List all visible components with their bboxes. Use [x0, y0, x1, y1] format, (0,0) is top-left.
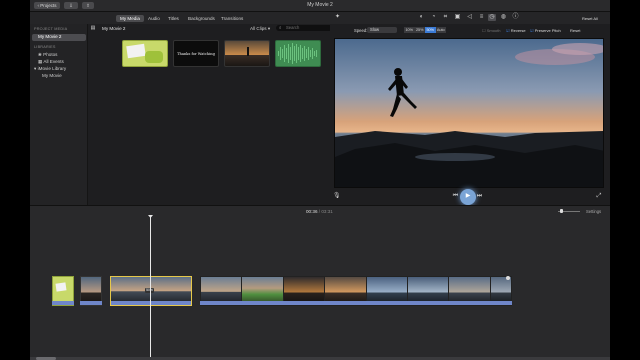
media-clip-4-audio[interactable]	[275, 40, 321, 67]
tab-transitions[interactable]: Transitions	[217, 15, 247, 22]
timeline-clip-selected[interactable]: 50%	[110, 276, 192, 306]
title-bar: ‹ Projects ⇩ ⇧ My Movie 2	[30, 0, 610, 12]
speed-icon[interactable]: ◷	[488, 14, 496, 21]
media-toolbar: My Media Audio Titles Backgrounds Transi…	[30, 12, 610, 24]
volume-icon[interactable]: ◁	[466, 14, 473, 21]
timeline-panel: 00:36 / 03:31 Settings 50%	[30, 205, 610, 360]
tab-backgrounds[interactable]: Backgrounds	[184, 15, 219, 22]
sidebar-item-imovie-library[interactable]: ▾ iMovie Library	[34, 66, 66, 72]
sidebar-toggle-icon[interactable]: ▤	[90, 25, 96, 32]
speed-option-auto[interactable]: Auto	[435, 27, 446, 33]
reset-all-button[interactable]: Reset All	[582, 16, 598, 21]
clip-filter-dropdown[interactable]: All Clips ▾	[250, 26, 270, 32]
clip-artwork	[55, 282, 67, 292]
media-clip-1[interactable]	[122, 40, 168, 67]
speed-option-50[interactable]: 50%	[425, 27, 436, 33]
filter-icon[interactable]: ◍	[500, 14, 507, 21]
clip-audio-strip	[80, 301, 102, 305]
clip-title-text: Thanks for Watching	[177, 52, 215, 56]
browser-heading: My Movie 2	[102, 26, 126, 31]
color-balance-icon[interactable]: ◐	[418, 14, 425, 21]
skip-back-icon[interactable]: ⏮	[452, 193, 459, 200]
imovie-window: ‹ Projects ⇩ ⇧ My Movie 2 My Media Audio…	[30, 0, 610, 360]
libraries-header: LIBRARIES	[34, 45, 56, 49]
timeline-settings-button[interactable]: Settings	[586, 209, 601, 214]
reverse-checkbox[interactable]: ☑ Reverse	[506, 28, 526, 33]
clip-audio	[111, 301, 191, 305]
magic-wand-icon[interactable]: ✦	[334, 14, 341, 21]
window-title: My Movie 2	[307, 2, 333, 8]
speed-segmented-control: 10% 25% 50% Auto	[404, 27, 446, 33]
play-icon: ▶	[465, 193, 471, 199]
reset-button[interactable]: Reset	[570, 28, 580, 33]
mic-icon[interactable]: 🎙	[333, 193, 341, 200]
sidebar-item-my-movie-2[interactable]: My Movie 2	[38, 34, 62, 40]
smooth-checkbox[interactable]: ☐ Smooth	[482, 28, 501, 33]
checkbox-checked-icon: ☑	[506, 28, 510, 33]
media-browser: ▤ My Movie 2 All Clips ▾ ⌕ Search ⚙ Than…	[88, 24, 360, 205]
clip-end-handle[interactable]	[506, 276, 510, 280]
speed-dropdown[interactable]: Slow	[367, 27, 397, 33]
speed-option-10[interactable]: 10%	[404, 27, 415, 33]
preview-frame	[335, 39, 603, 187]
info-icon[interactable]: ⓘ	[512, 14, 519, 21]
color-correction-icon[interactable]: ◔	[430, 14, 437, 21]
playhead[interactable]	[150, 216, 151, 360]
clip-audio-strip	[52, 301, 74, 305]
media-clip-3[interactable]	[224, 40, 270, 67]
audio-waveform	[278, 43, 317, 64]
sidebar-item-photos[interactable]: ❀ Photos	[38, 52, 57, 58]
crop-icon[interactable]: ⌗	[442, 14, 449, 21]
video-preview	[334, 38, 604, 188]
tab-audio[interactable]: Audio	[144, 15, 164, 22]
tab-my-media[interactable]: My Media	[116, 15, 144, 22]
stabilization-icon[interactable]: ▣	[454, 14, 461, 21]
clip-audio-strip	[200, 301, 512, 305]
sidebar: PROJECT MEDIA My Movie 2 LIBRARIES ❀ Pho…	[30, 24, 88, 205]
sidebar-item-all-events[interactable]: ▦ All Events	[38, 59, 64, 65]
speed-option-25[interactable]: 25%	[414, 27, 425, 33]
play-button[interactable]: ▶	[460, 189, 476, 205]
playhead-handle[interactable]	[148, 215, 153, 218]
chevron-down-icon: ▾	[266, 26, 271, 31]
search-icon: ⌕	[279, 25, 282, 30]
preserve-pitch-checkbox[interactable]: ☑ Preserve Pitch	[530, 28, 561, 33]
zoom-slider-knob[interactable]	[560, 209, 563, 213]
project-media-header: PROJECT MEDIA	[34, 27, 68, 31]
silhouette-figure	[247, 47, 249, 56]
fullscreen-icon[interactable]: ⤢	[596, 193, 602, 200]
tab-titles[interactable]: Titles	[164, 15, 183, 22]
sidebar-item-my-movie[interactable]: My Movie	[42, 73, 62, 79]
media-clip-2[interactable]: Thanks for Watching	[173, 40, 219, 67]
timecode: 00:36 / 03:31	[306, 209, 333, 214]
skip-forward-icon[interactable]: ⏭	[476, 193, 483, 200]
clip-artwork	[145, 51, 163, 63]
clip-artwork	[126, 43, 146, 59]
speed-label: Speed:	[354, 28, 368, 33]
noise-reduction-icon[interactable]: ≡	[478, 14, 485, 21]
checkbox-checked-icon: ☑	[530, 28, 534, 33]
